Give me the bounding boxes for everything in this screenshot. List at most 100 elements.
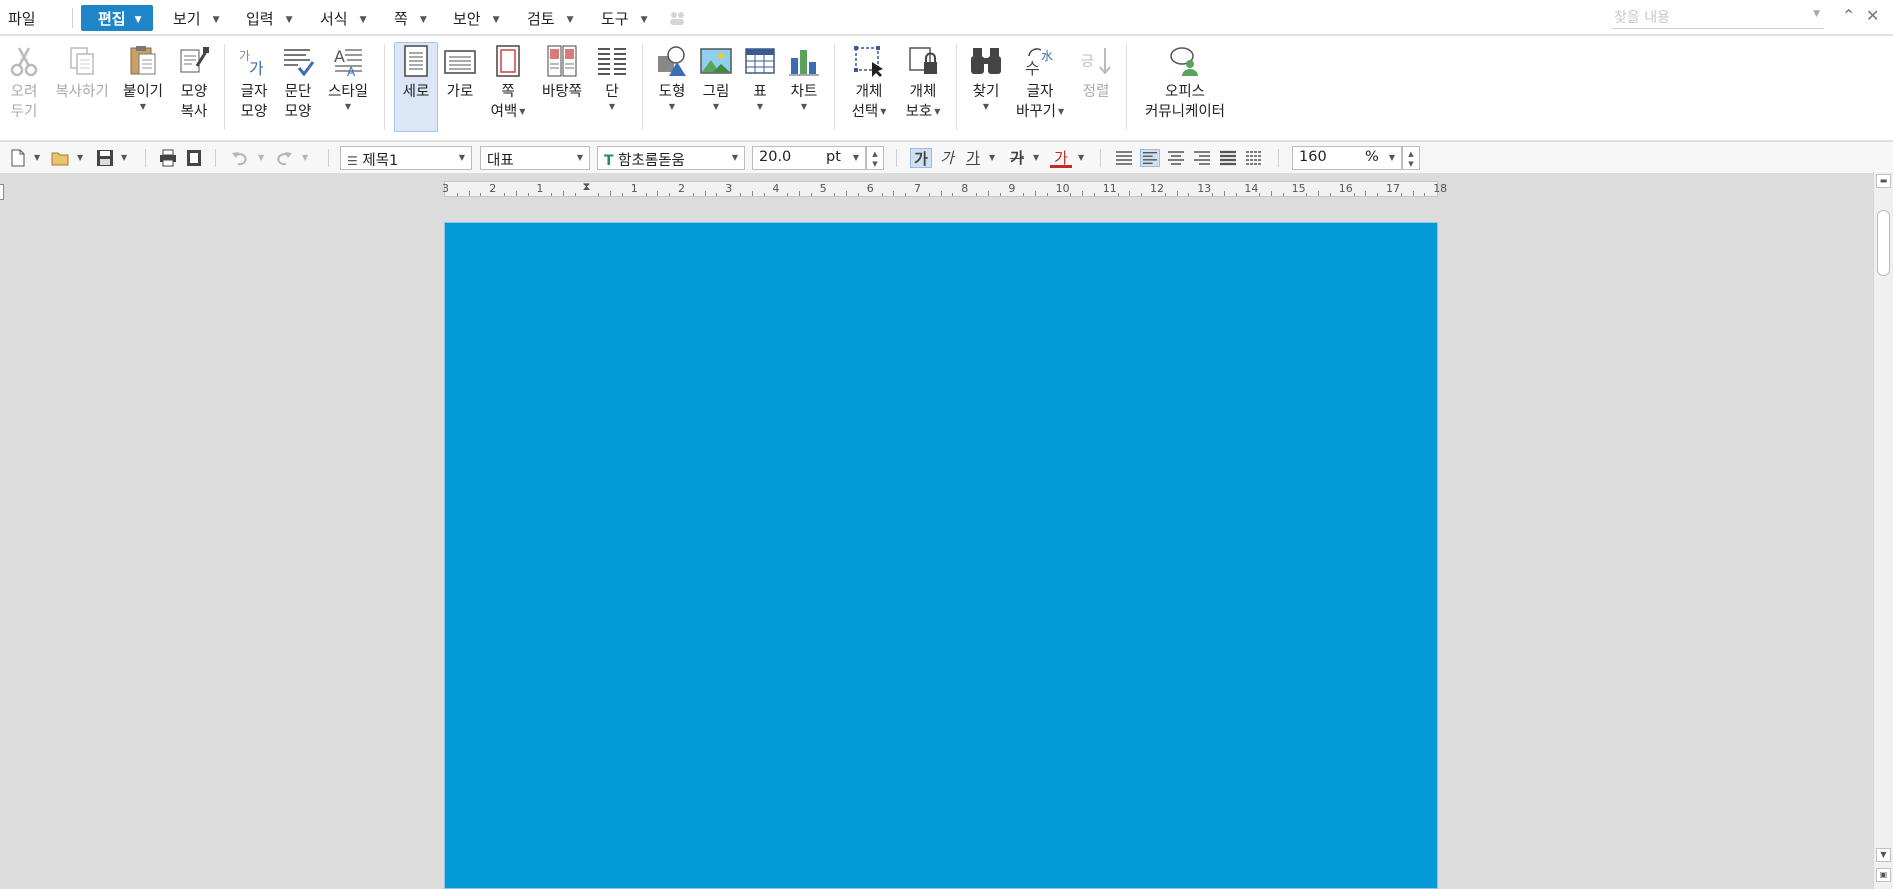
table-button[interactable]: 표 ▼	[742, 44, 778, 112]
align-justify-icon[interactable]	[1114, 149, 1134, 167]
format-copy-button[interactable]: 모양 복사	[176, 44, 212, 122]
chevron-down-icon[interactable]: ▼	[989, 153, 995, 162]
char-shape-button[interactable]: 가가 글자 모양	[236, 44, 272, 122]
page-view-icon[interactable]: ▣	[1876, 868, 1891, 882]
chevron-down-icon[interactable]: ▼	[258, 153, 264, 162]
paste-button[interactable]: 붙이기 ▼	[120, 44, 166, 112]
print-preview-icon[interactable]	[184, 148, 204, 168]
page-margin-button[interactable]: 쪽 여백 ▼	[487, 44, 529, 122]
ruler-number: 3	[725, 182, 733, 195]
scroll-thumb[interactable]	[1877, 210, 1890, 276]
align-center-icon[interactable]	[1166, 149, 1186, 167]
menu-edit[interactable]: 편집 ▼	[81, 5, 153, 31]
menu-review[interactable]: 검토 ▼	[527, 8, 574, 29]
open-folder-icon[interactable]	[50, 148, 70, 168]
object-protect-button[interactable]: 개체 보호 ▼	[900, 44, 946, 122]
ruler-tick	[846, 191, 848, 196]
left-panel-toggle[interactable]	[0, 184, 4, 200]
font-select[interactable]: T 함초롬돋움 ▼	[597, 146, 745, 170]
collapse-ribbon-icon[interactable]: ⌃	[1842, 6, 1855, 25]
chevron-down-icon: ▼	[668, 102, 676, 111]
ruler-tick	[751, 191, 753, 196]
chevron-down-icon: ▼	[880, 107, 887, 116]
indent-marker-icon[interactable]: ⧗	[583, 180, 591, 194]
chevron-down-icon[interactable]: ▼	[34, 153, 40, 162]
align-right-icon[interactable]	[1192, 149, 1212, 167]
shape-button[interactable]: 도형 ▼	[654, 44, 690, 112]
zoom-stepper[interactable]: ▲ ▼	[1402, 146, 1420, 170]
align-left-icon[interactable]	[1140, 149, 1160, 167]
redo-icon[interactable]	[274, 148, 294, 168]
menu-page[interactable]: 쪽 ▼	[394, 8, 427, 29]
document-page[interactable]	[444, 222, 1438, 889]
clipboard-icon	[130, 46, 156, 75]
cut-button[interactable]: 오려 두기	[6, 44, 42, 122]
char-shape-label-1: 글자	[240, 84, 268, 100]
close-icon[interactable]: ✕	[1866, 6, 1879, 25]
chevron-down-icon[interactable]: ▼	[77, 153, 83, 162]
zoom-input[interactable]: 160 % ▼	[1292, 146, 1402, 170]
font-color-button[interactable]: 가	[1050, 148, 1072, 168]
scroll-down-icon[interactable]: ▼	[1876, 848, 1891, 862]
ruler-tick	[810, 193, 812, 196]
undo-icon[interactable]	[230, 148, 250, 168]
vertical-scrollbar[interactable]: ▬ ▼ ▣	[1873, 172, 1893, 889]
ruler-number: 9	[1008, 182, 1016, 195]
strikethrough-button[interactable]: 가	[1006, 148, 1028, 168]
align-divide-icon[interactable]	[1244, 149, 1264, 167]
ruler-tick	[763, 193, 765, 196]
people-icon[interactable]	[668, 10, 686, 26]
page-up-icon[interactable]: ▬	[1876, 174, 1891, 188]
align-distribute-icon[interactable]	[1218, 149, 1238, 167]
menu-insert[interactable]: 입력 ▼	[246, 8, 293, 29]
style-button[interactable]: AA 스타일 ▼	[324, 44, 372, 112]
chevron-down-icon: ▼	[934, 107, 941, 116]
style-select[interactable]: ☰ 제목1 ▼	[340, 146, 472, 170]
chevron-down-icon[interactable]: ▼	[1078, 153, 1084, 162]
menu-file[interactable]: 파일	[8, 8, 36, 29]
office-communicator-button[interactable]: 오피스 커뮤니케이터	[1140, 44, 1230, 122]
menu-tools[interactable]: 도구 ▼	[601, 8, 648, 29]
chevron-down-icon: ▼	[1388, 153, 1395, 162]
shape-label: 도형	[658, 84, 686, 100]
find-input[interactable]: 찾을 내용 ▼	[1612, 7, 1824, 29]
font-size-stepper[interactable]: ▲ ▼	[866, 146, 884, 170]
horizontal-ruler[interactable]: 3 2 1 ⧗ 1 2 3 4 5 6 7 8 9 10 11 12 13 14 15 16 17 18	[442, 180, 1447, 197]
column-button[interactable]: 단 ▼	[594, 44, 630, 112]
chevron-down-icon[interactable]: ▼	[1813, 9, 1820, 19]
print-icon[interactable]	[158, 148, 178, 168]
sort-label: 정렬	[1082, 84, 1110, 100]
chart-button[interactable]: 차트 ▼	[786, 44, 822, 112]
new-document-icon[interactable]	[8, 148, 28, 168]
replace-button[interactable]: 수水 글자 바꾸기 ▼	[1016, 44, 1064, 122]
chevron-down-icon[interactable]: ▼	[1033, 153, 1039, 162]
sort-button[interactable]: 긍 정렬	[1078, 44, 1114, 102]
picture-button[interactable]: 그림 ▼	[698, 44, 734, 112]
copy-button[interactable]: 복사하기	[52, 44, 112, 102]
language-select[interactable]: 대표 ▼	[480, 146, 590, 170]
save-icon[interactable]	[95, 148, 115, 168]
menu-format[interactable]: 서식 ▼	[320, 8, 367, 29]
menu-bar: 파일 편집 ▼ 보기 ▼ 입력 ▼ 서식 ▼ 쪽 ▼ 보안 ▼ 검토 ▼ 도구 ▼ 찾을 내용 ▼…	[0, 0, 1893, 35]
chevron-down-icon[interactable]: ▼	[302, 153, 308, 162]
chevron-down-icon: ▼	[756, 102, 764, 111]
italic-button[interactable]: 가	[936, 148, 958, 168]
ruler-number: 8	[961, 182, 969, 195]
para-shape-button[interactable]: 문단 모양	[280, 44, 316, 122]
portrait-button[interactable]: 세로	[398, 44, 434, 102]
page-margin-label-2: 여백	[490, 104, 518, 120]
underline-button[interactable]: 가	[962, 148, 984, 168]
menu-security[interactable]: 보안 ▼	[453, 8, 500, 29]
find-button[interactable]: 찾기 ▼	[968, 44, 1004, 112]
master-page-button[interactable]: 바탕쪽	[539, 44, 585, 102]
chevron-down-icon[interactable]: ▼	[121, 153, 127, 162]
ruler-number: 1	[536, 182, 544, 195]
object-select-button[interactable]: 개체 선택 ▼	[846, 44, 892, 122]
font-size-input[interactable]: 20.0 pt ▼	[752, 146, 866, 170]
bold-button[interactable]: 가	[910, 148, 932, 168]
chevron-down-icon: ▼	[492, 15, 500, 25]
ruler-tick	[1141, 193, 1143, 196]
ribbon-separator	[834, 44, 835, 130]
menu-view[interactable]: 보기 ▼	[173, 8, 220, 29]
landscape-button[interactable]: 가로	[442, 44, 478, 102]
